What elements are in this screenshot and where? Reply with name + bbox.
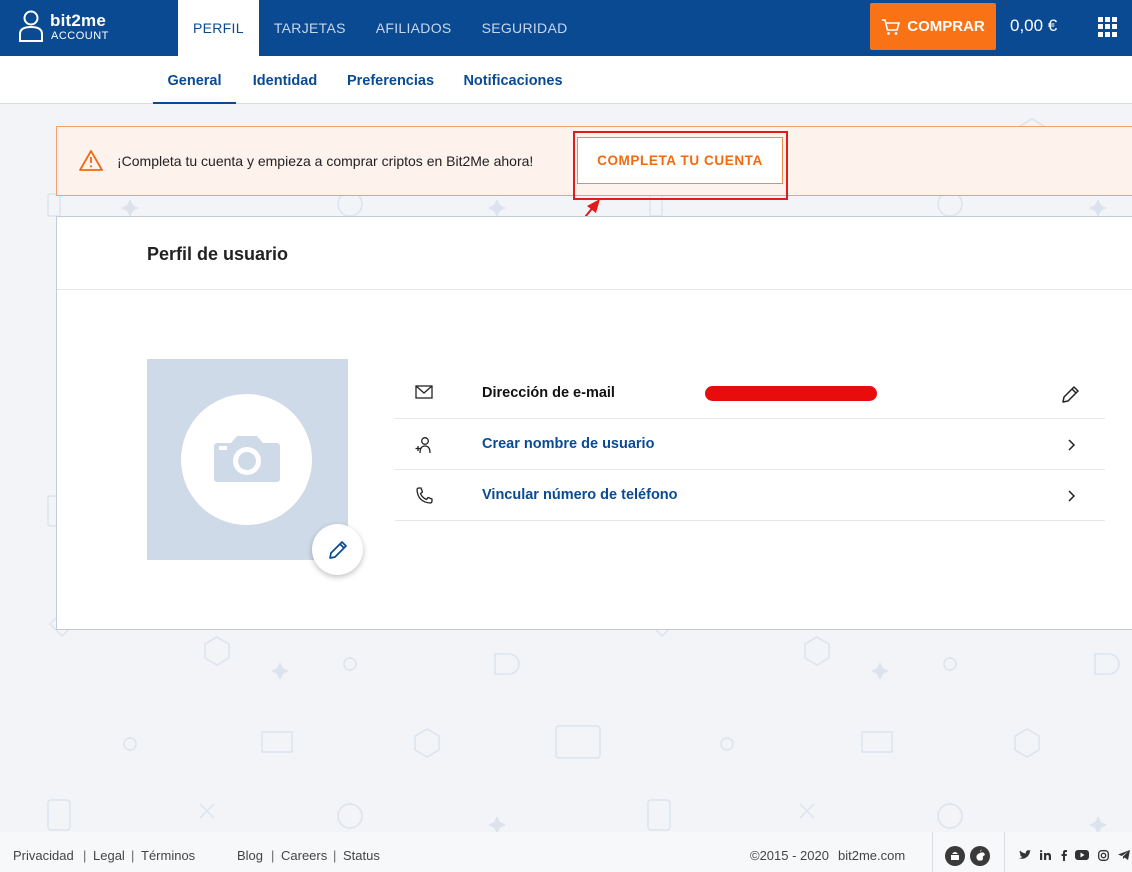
sub-nav: General Identidad Preferencias Notificac… — [0, 56, 1132, 104]
subtab-notificaciones[interactable]: Notificaciones — [455, 56, 571, 104]
tab-seguridad[interactable]: SEGURIDAD — [467, 0, 583, 56]
subtab-identidad[interactable]: Identidad — [245, 56, 325, 104]
buy-button[interactable]: COMPRAR — [870, 3, 996, 50]
brand-sub: ACCOUNT — [51, 30, 109, 42]
footer: Privacidad | Legal | Términos Blog | Car… — [0, 832, 1132, 872]
top-bar: bit2me ACCOUNT PERFIL TARJETAS AFILIADOS… — [0, 0, 1132, 56]
page-title: Perfil de usuario — [147, 244, 289, 264]
bit2me-logo[interactable]: bit2me ACCOUNT — [18, 10, 118, 46]
account-icon — [19, 10, 43, 42]
create-username-label: Crear nombre de usuario — [482, 436, 655, 452]
email-row[interactable]: Dirección de e-mail — [395, 368, 1105, 419]
profile-card: Perfil de usuario Dirección de e-mail Cr… — [56, 216, 1132, 630]
link-phone-label: Vincular número de teléfono — [482, 487, 678, 503]
phone-icon — [416, 487, 433, 504]
profile-photo[interactable] — [147, 359, 348, 560]
instagram-icon[interactable] — [1098, 850, 1109, 861]
chevron-right-icon — [1068, 439, 1076, 451]
profile-rows: Dirección de e-mail Crear nombre de usua… — [395, 368, 1105, 521]
tab-perfil[interactable]: PERFIL — [178, 0, 259, 56]
facebook-icon[interactable] — [1061, 850, 1067, 861]
camera-icon — [214, 436, 280, 482]
telegram-icon[interactable] — [1118, 850, 1130, 860]
redacted-email-value — [705, 386, 877, 401]
copyright: ©2015 - 2020 — [750, 848, 829, 863]
balance[interactable]: 0,00 € — [1010, 16, 1057, 36]
annotation-highlight-box — [573, 131, 788, 200]
top-nav: PERFIL TARJETAS AFILIADOS SEGURIDAD — [178, 0, 583, 56]
apple-app-icon[interactable] — [970, 846, 990, 866]
pencil-icon[interactable] — [1061, 384, 1081, 404]
user-add-icon — [415, 437, 431, 454]
warning-icon — [79, 150, 103, 171]
chevron-right-icon — [1068, 490, 1076, 502]
profile-card-header: Perfil de usuario — [57, 217, 1132, 290]
android-app-icon[interactable] — [945, 846, 965, 866]
link-phone-row[interactable]: Vincular número de teléfono — [395, 470, 1105, 521]
footer-link-careers[interactable]: Careers — [281, 848, 327, 863]
pencil-icon — [328, 540, 347, 559]
tab-afiliados[interactable]: AFILIADOS — [361, 0, 467, 56]
tab-tarjetas[interactable]: TARJETAS — [259, 0, 361, 56]
buy-label: COMPRAR — [907, 18, 985, 35]
site-name: bit2me.com — [838, 848, 906, 863]
mail-icon — [415, 385, 433, 399]
edit-photo-button[interactable] — [312, 524, 363, 575]
footer-link-status[interactable]: Status — [343, 848, 380, 863]
cart-icon — [882, 18, 901, 35]
footer-link-terminos[interactable]: Términos — [141, 848, 195, 863]
footer-link-privacidad[interactable]: Privacidad — [13, 848, 74, 863]
footer-link-blog[interactable]: Blog — [237, 848, 263, 863]
youtube-icon[interactable] — [1075, 850, 1089, 860]
apps-grid-icon[interactable] — [1098, 17, 1118, 37]
twitter-icon[interactable] — [1019, 850, 1031, 860]
subtab-preferencias[interactable]: Preferencias — [340, 56, 441, 104]
footer-link-legal[interactable]: Legal — [93, 848, 125, 863]
linkedin-icon[interactable] — [1040, 850, 1051, 860]
subtab-general[interactable]: General — [153, 56, 236, 104]
email-label: Dirección de e-mail — [482, 385, 615, 401]
create-username-row[interactable]: Crear nombre de usuario — [395, 419, 1105, 470]
brand-name: bit2me — [50, 11, 106, 30]
banner-message: ¡Completa tu cuenta y empieza a comprar … — [117, 153, 534, 169]
